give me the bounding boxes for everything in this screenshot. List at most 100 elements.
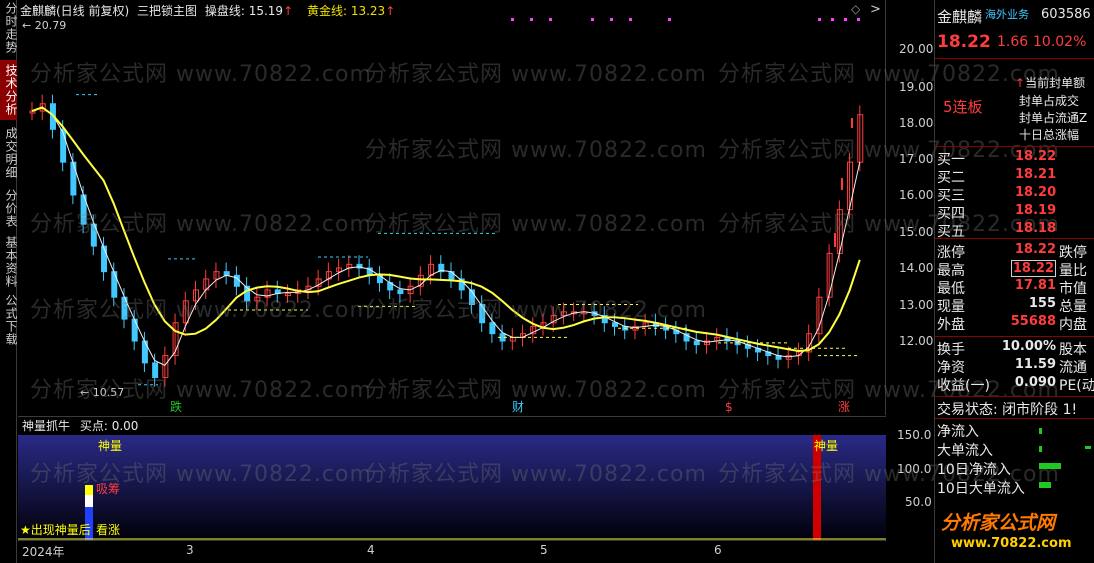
price-tick: 19.00 [899, 80, 934, 94]
price-change: 1.66 [997, 34, 1029, 50]
price-tick: 18.00 [899, 116, 934, 130]
sector-label[interactable]: 海外业务 [985, 6, 1029, 22]
limit-item: 封单占流通Z [1019, 111, 1088, 125]
stat-value: 55688 [1010, 314, 1056, 329]
bid-price: 18.22 [1015, 149, 1057, 164]
tab-basic-info[interactable]: 基本资料 [0, 234, 18, 290]
divider [935, 146, 1094, 147]
event-label-die: 跌 [170, 399, 182, 414]
date-tick: 2024年 [22, 545, 65, 559]
flow-bar [1039, 482, 1051, 488]
stat-label: 最低 [937, 281, 965, 297]
event-label-s: $ [725, 400, 733, 414]
signal-bar-white [85, 495, 93, 507]
price-tick: 12.00 [899, 334, 934, 348]
stock-name: 金麒麟 [937, 8, 983, 26]
magenta-marker [610, 18, 613, 21]
price-tick: 15.00 [899, 225, 934, 239]
tab-formula-download[interactable]: 公式下载 [0, 292, 18, 348]
buy-point-value: 买点: 0.00 [79, 419, 139, 433]
stat-value: 18.22 [1014, 242, 1056, 257]
stat-label-right: 股本 [1059, 342, 1087, 358]
quote-panel: 金麒麟 海外业务 603586 18.22 1.66 10.02% 5连板 ↑当… [934, 0, 1094, 563]
tab-technical-analysis[interactable]: 技术分析 [0, 60, 18, 120]
magenta-marker [668, 18, 671, 21]
event-label-cai: 财 [512, 400, 524, 414]
flow-label: 10日大单流入 [937, 481, 1025, 497]
bid-label: 买一 [937, 152, 965, 168]
stat-value: 10.00% [1001, 339, 1056, 354]
candle-body [70, 161, 77, 196]
price-tick: 16.00 [899, 188, 934, 202]
magenta-marker [831, 18, 834, 21]
golden-line-value: 黄金线: 13.23 [306, 4, 386, 18]
indicator-name: 三把锁主图 [137, 4, 198, 18]
candle-body [254, 296, 261, 302]
limit-up-marker [841, 178, 843, 190]
candle-body [244, 285, 251, 302]
candle-body [397, 289, 404, 295]
divider [935, 58, 1094, 59]
up-arrow-icon: ↑ [385, 4, 396, 18]
candle-body [152, 362, 159, 378]
chart-title-bar: 金麒麟(日线 前复权) 三把锁主图 操盘线: 15.19↑ 黄金线: 13.23… [20, 2, 399, 19]
stat-label: 换手 [937, 342, 965, 358]
date-tick: 4 [367, 543, 375, 557]
xichou-label: 吸筹 [96, 482, 120, 496]
bid-price: 18.18 [1015, 221, 1057, 236]
flow-bar [1039, 446, 1042, 452]
bid-price: 18.21 [1015, 167, 1057, 182]
stock-title: 金麒麟(日线 前复权) [20, 4, 130, 18]
stat-label-right: 内盘 [1059, 317, 1087, 333]
stat-label: 收益(一) [937, 378, 990, 394]
magenta-marker [530, 18, 533, 21]
stat-label-right: 量比 [1059, 263, 1087, 279]
stat-value: 18.22 [1010, 260, 1056, 277]
golden-line [31, 106, 861, 353]
limit-item: ↑当前封单额 [1015, 76, 1086, 90]
signal-bar-yellow [85, 485, 93, 495]
indicator-panel[interactable]: 神量 神量 吸筹 ★出现神量后 看涨 [18, 416, 886, 546]
flow-bar [1039, 428, 1042, 434]
flow-label: 大单流入 [937, 443, 993, 459]
candle-body [448, 271, 455, 280]
indicator-name: 神量抓牛 [22, 419, 71, 433]
stat-label: 最高 [937, 263, 965, 279]
indicator-tick: 50.0 [905, 495, 932, 509]
candle-body [111, 271, 118, 298]
shenliang-label: 神量 [814, 439, 838, 453]
candle-body [223, 271, 230, 276]
bid-label: 买二 [937, 170, 965, 186]
chevron-right-icon[interactable]: > [870, 2, 881, 17]
indicator-svg: 神量 神量吸筹 ★出现神量后 看涨 [18, 435, 886, 541]
diamond-icon[interactable]: ◇ [851, 2, 860, 16]
tab-trade-details[interactable]: 成交明细 [0, 124, 18, 182]
stat-value: 11.59 [1014, 357, 1056, 372]
date-tick: 5 [540, 543, 548, 557]
date-tick: 3 [186, 543, 194, 557]
stat-value: 17.81 [1014, 278, 1056, 293]
limit-item: 封单占成交 [1019, 94, 1080, 108]
limit-up-marker [851, 118, 853, 128]
candlestick-chart[interactable]: 跌 财 $ 涨 ← 20.79 ← 10.57 [18, 0, 886, 415]
divider [935, 238, 1094, 239]
price-change-pct: 10.02% [1033, 34, 1087, 50]
candle-body [612, 322, 619, 327]
magenta-marker [549, 18, 552, 21]
tab-intraday[interactable]: 分时走势 [0, 2, 18, 54]
stat-value: 0.090 [1014, 375, 1056, 390]
candle-body [131, 318, 138, 342]
candle-body [693, 340, 700, 346]
event-label-zhang: 涨 [838, 399, 850, 414]
bid-price: 18.20 [1015, 185, 1057, 200]
price-chart-svg: 跌 财 $ 涨 ← 20.79 ← 10.57 [22, 18, 864, 414]
tab-price-table[interactable]: 分价表 [0, 186, 18, 230]
brand-footer: 分析家公式网 www.70822.com [935, 498, 1094, 560]
limit-up-streak: 5连板 [943, 98, 983, 116]
flow-label: 净流入 [937, 424, 979, 440]
candle-body [101, 245, 108, 273]
ma-white-line [31, 106, 861, 366]
stat-label-right: PE(动 [1059, 378, 1094, 394]
stat-value: 155 [1028, 296, 1056, 311]
price-tick: 14.00 [899, 261, 934, 275]
